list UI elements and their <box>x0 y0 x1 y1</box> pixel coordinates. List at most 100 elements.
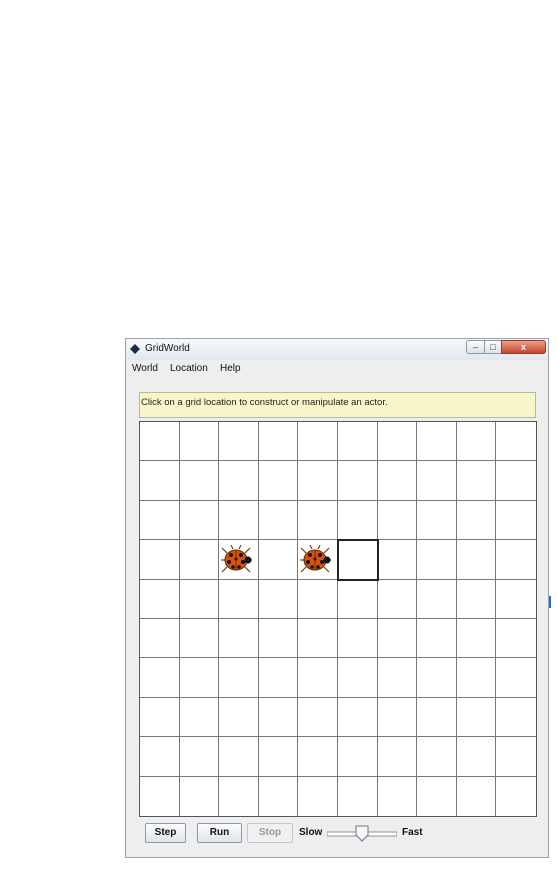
grid-cell[interactable] <box>456 540 497 580</box>
grid-cell[interactable] <box>298 697 338 738</box>
grid-cell-selected[interactable] <box>336 539 379 581</box>
menu-world[interactable]: World <box>132 363 158 374</box>
grid-cell[interactable] <box>219 619 259 659</box>
grid-cell[interactable] <box>258 422 299 462</box>
grid-cell[interactable] <box>456 422 497 462</box>
grid-cell[interactable] <box>337 579 378 619</box>
grid-cell[interactable] <box>456 737 497 777</box>
maximize-icon[interactable]: □ <box>484 340 502 354</box>
grid-cell[interactable] <box>258 540 299 580</box>
grid-cell[interactable] <box>258 737 299 777</box>
grid-cell[interactable] <box>140 500 180 541</box>
grid-cell[interactable] <box>417 540 457 580</box>
grid-cell[interactable] <box>179 500 220 541</box>
grid-cell[interactable] <box>219 776 259 816</box>
grid-cell[interactable] <box>337 422 378 462</box>
grid-cell[interactable] <box>140 579 180 619</box>
grid-cell[interactable] <box>377 737 418 777</box>
grid-cell[interactable] <box>298 737 338 777</box>
grid-cell[interactable] <box>179 579 220 619</box>
grid-cell[interactable] <box>219 540 259 580</box>
grid-cell[interactable] <box>179 619 220 659</box>
grid-cell[interactable] <box>219 422 259 462</box>
grid-cell[interactable] <box>377 422 418 462</box>
grid-cell[interactable] <box>179 540 220 580</box>
grid-cell[interactable] <box>456 658 497 698</box>
grid-cell[interactable] <box>258 579 299 619</box>
grid-world[interactable] <box>139 421 537 817</box>
grid-cell[interactable] <box>417 737 457 777</box>
grid-cell[interactable] <box>456 697 497 738</box>
run-button[interactable]: Run <box>197 823 242 843</box>
grid-cell[interactable] <box>496 422 536 462</box>
grid-cell[interactable] <box>496 737 536 777</box>
bug-icon[interactable] <box>300 545 334 575</box>
grid-cell[interactable] <box>140 422 180 462</box>
grid-cell[interactable] <box>496 698 536 738</box>
grid-cell[interactable] <box>417 619 457 659</box>
grid-cell[interactable] <box>337 737 378 777</box>
grid-cell[interactable] <box>140 737 180 777</box>
grid-cell[interactable] <box>496 461 536 501</box>
grid-cell[interactable] <box>140 658 180 698</box>
grid-cell[interactable] <box>219 737 259 777</box>
close-icon[interactable]: x <box>501 340 546 354</box>
grid-cell[interactable] <box>179 737 220 777</box>
grid-cell[interactable] <box>456 619 497 659</box>
grid-cell[interactable] <box>140 540 180 580</box>
grid-cell[interactable] <box>417 579 457 619</box>
grid-cell[interactable] <box>219 461 259 501</box>
title-bar[interactable]: GridWorld – □ x <box>126 339 548 360</box>
grid-cell[interactable] <box>496 777 536 816</box>
grid-cell[interactable] <box>456 579 497 619</box>
grid-cell[interactable] <box>377 619 418 659</box>
menu-help[interactable]: Help <box>220 363 241 374</box>
grid-cell[interactable] <box>378 776 418 816</box>
grid-cell[interactable] <box>496 501 536 541</box>
grid-cell[interactable] <box>337 658 378 698</box>
grid-cell[interactable] <box>457 776 497 816</box>
grid-cell[interactable] <box>298 422 338 462</box>
grid-cell[interactable] <box>219 658 259 698</box>
grid-cell[interactable] <box>258 697 299 738</box>
grid-cell[interactable] <box>377 697 418 738</box>
grid-cell[interactable] <box>258 619 299 659</box>
grid-cell[interactable] <box>496 619 536 659</box>
grid-cell[interactable] <box>298 776 338 816</box>
grid-cell[interactable] <box>417 776 457 816</box>
grid-cell[interactable] <box>377 658 418 698</box>
grid-cell[interactable] <box>298 579 338 619</box>
grid-cell[interactable] <box>298 500 338 541</box>
grid-cell[interactable] <box>417 658 457 698</box>
grid-cell[interactable] <box>377 579 418 619</box>
grid-cell[interactable] <box>258 461 299 501</box>
grid-cell[interactable] <box>179 461 220 501</box>
grid-cell[interactable] <box>179 422 220 462</box>
grid-cell[interactable] <box>496 658 536 698</box>
grid-cell[interactable] <box>258 658 299 698</box>
grid-cell[interactable] <box>179 697 220 738</box>
grid-cell[interactable] <box>377 500 418 541</box>
minimize-icon[interactable]: – <box>466 340 485 354</box>
grid-cell[interactable] <box>456 461 497 501</box>
grid-cell[interactable] <box>140 619 180 659</box>
grid-cell[interactable] <box>140 697 180 738</box>
grid-cell[interactable] <box>456 500 497 541</box>
grid-cell[interactable] <box>338 776 378 816</box>
grid-cell[interactable] <box>259 776 299 816</box>
grid-cell[interactable] <box>417 500 457 541</box>
grid-cell[interactable] <box>219 579 259 619</box>
grid-cell[interactable] <box>219 500 259 541</box>
grid-cell[interactable] <box>337 461 378 501</box>
grid-cell[interactable] <box>377 540 418 580</box>
grid-cell[interactable] <box>180 776 220 816</box>
grid-cell[interactable] <box>417 461 457 501</box>
speed-slider[interactable] <box>327 825 397 843</box>
grid-cell[interactable] <box>496 580 536 619</box>
grid-cell[interactable] <box>377 461 418 501</box>
grid-cell[interactable] <box>140 776 180 816</box>
grid-cell[interactable] <box>179 658 220 698</box>
grid-cell[interactable] <box>417 422 457 462</box>
bug-icon[interactable] <box>221 545 255 575</box>
grid-cell[interactable] <box>337 500 378 541</box>
